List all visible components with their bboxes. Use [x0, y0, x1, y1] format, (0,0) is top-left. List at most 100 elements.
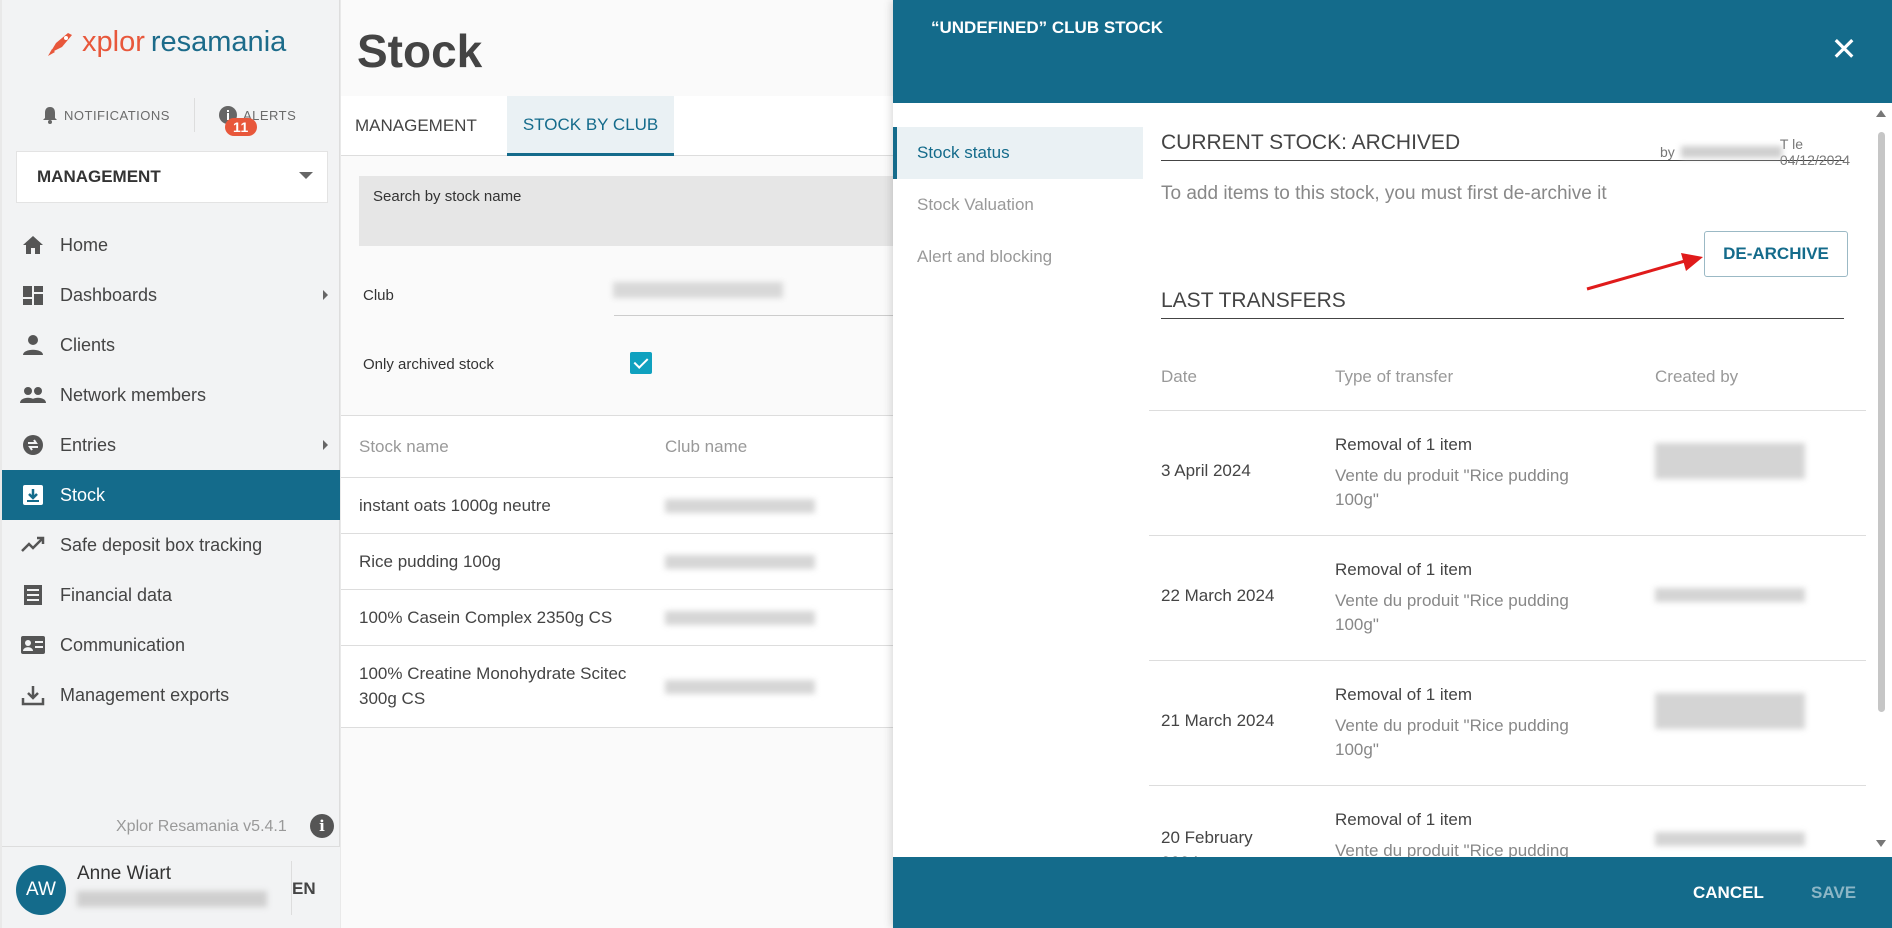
sidebar-item-dashboards[interactable]: Dashboards [2, 270, 340, 320]
table-row[interactable]: 3 April 2024 Removal of 1 item Vente du … [1149, 411, 1866, 536]
receipt-icon [24, 585, 42, 605]
sidebar-item-financial-data[interactable]: Financial data [2, 570, 340, 620]
close-icon[interactable]: ✕ [1829, 33, 1859, 65]
notifications-button[interactable]: NOTIFICATIONS [42, 106, 170, 124]
column-header-date[interactable]: Date [1161, 367, 1197, 387]
sidebar-item-home[interactable]: Home [2, 220, 340, 270]
table-row[interactable]: Rice pudding 100g [341, 534, 901, 590]
created-by-redacted [1655, 443, 1805, 479]
sidebar-item-network-members[interactable]: Network members [2, 370, 340, 420]
club-filter-underline [614, 315, 901, 316]
transfer-detail: Vente du produit "Rice pudding 100g" [1335, 465, 1569, 510]
column-header-club-name[interactable]: Club name [665, 437, 901, 457]
sidebar-item-management-exports[interactable]: Management exports [2, 670, 340, 720]
notifications-label: NOTIFICATIONS [64, 107, 170, 123]
sidebar-item-label: Entries [60, 434, 117, 455]
transfer-detail: Vente du produit "Rice pudding 100g" [1335, 590, 1569, 635]
column-header-stock-name[interactable]: Stock name [341, 437, 665, 457]
drawer-title: “UNDEFINED” CLUB STOCK [931, 18, 1164, 37]
scrollbar[interactable] [1876, 110, 1886, 850]
sidebar-item-communication[interactable]: Communication [2, 620, 340, 670]
sidebar-nav: Home Dashboards Clients Network members … [2, 220, 340, 720]
archived-checkbox[interactable] [630, 352, 652, 374]
table-row[interactable]: 100% Casein Complex 2350g CS [341, 590, 901, 646]
app-root: xplor resamania NOTIFICATIONS ALERTS 11 … [0, 0, 1892, 928]
trending-icon [21, 536, 45, 552]
transfer-type: Removal of 1 item Vente du produit "Rice… [1335, 433, 1595, 513]
divider [193, 98, 195, 132]
drawer-header: “UNDEFINED” CLUB STOCK ✕ [893, 0, 1892, 103]
transfer-date: 20 February 2024 [1161, 828, 1253, 857]
alerts-button[interactable]: ALERTS 11 [218, 106, 296, 136]
sidebar-item-label: Communication [60, 634, 186, 655]
transfer-date: 22 March 2024 [1161, 586, 1275, 605]
transfer-type: Removal of 1 item Vente du produit "Rice… [1335, 808, 1595, 857]
drawer-footer: CANCEL SAVE [893, 857, 1892, 928]
table-row[interactable]: 100% Creatine Monohydrate Scitec 300g CS [341, 646, 901, 728]
module-select[interactable]: MANAGEMENT [16, 151, 328, 203]
club-filter-value-redacted[interactable] [613, 282, 783, 298]
search-label: Search by stock name [373, 188, 522, 205]
sidebar-item-label: Safe deposit box tracking [60, 534, 263, 555]
table-row[interactable]: 20 February 2024 Removal of 1 item Vente… [1149, 786, 1866, 857]
tab-stock-valuation[interactable]: Stock Valuation [893, 179, 1143, 231]
info-icon[interactable]: i [310, 814, 334, 838]
chevron-right-icon [323, 440, 328, 450]
save-button[interactable]: SAVE [1811, 883, 1856, 903]
stock-icon [23, 485, 43, 505]
column-header-created-by[interactable]: Created by [1655, 367, 1738, 387]
archived-by-user-redacted [1680, 146, 1782, 158]
sidebar-item-safe-deposit-box-tracking[interactable]: Safe deposit box tracking [2, 520, 340, 570]
dearchive-hint: To add items to this stock, you must fir… [1161, 183, 1607, 204]
notification-bar: NOTIFICATIONS ALERTS 11 [42, 98, 296, 136]
language-switch[interactable]: EN [292, 879, 316, 899]
archived-filter-label: Only archived stock [363, 356, 494, 373]
user-name[interactable]: Anne Wiart [77, 863, 171, 885]
main-content: Stock MANAGEMENT STOCK BY CLUB Search by… [341, 0, 901, 928]
club-name-cell [665, 679, 901, 694]
tab-stock-by-club[interactable]: STOCK BY CLUB [506, 96, 675, 156]
sidebar-item-label: Financial data [60, 584, 173, 605]
logo-brand: xplor [82, 26, 145, 58]
club-stock-drawer: “UNDEFINED” CLUB STOCK ✕ Stock status St… [893, 0, 1892, 928]
scroll-down-icon[interactable] [1876, 840, 1886, 847]
table-row[interactable]: 21 March 2024 Removal of 1 item Vente du… [1149, 661, 1866, 786]
dearchive-button[interactable]: DE-ARCHIVE [1704, 231, 1848, 277]
user-club-redacted [77, 891, 267, 907]
table-row[interactable]: instant oats 1000g neutre [341, 478, 901, 534]
drawer-side-tabs: Stock status Stock Valuation Alert and b… [893, 127, 1143, 283]
archived-date: T le 04/12/2024 [1779, 136, 1850, 168]
transfer-type-label: Removal of 1 item [1335, 685, 1472, 704]
people-icon [20, 387, 46, 403]
transfer-detail: Vente du produit "Rice pudding 100g" [1335, 715, 1569, 760]
transfer-date: 21 March 2024 [1161, 711, 1275, 730]
tab-management[interactable]: MANAGEMENT [341, 96, 491, 156]
logo[interactable]: xplor resamania [46, 26, 286, 59]
scroll-thumb[interactable] [1878, 132, 1885, 712]
column-header-type[interactable]: Type of transfer [1335, 367, 1453, 387]
club-filter-label: Club [363, 287, 394, 304]
table-row[interactable]: 22 March 2024 Removal of 1 item Vente du… [1149, 536, 1866, 661]
sidebar-item-clients[interactable]: Clients [2, 320, 340, 370]
scroll-up-icon[interactable] [1876, 110, 1886, 117]
cancel-button[interactable]: CANCEL [1693, 883, 1764, 903]
sidebar-item-stock[interactable]: Stock [2, 470, 340, 520]
tab-alert-and-blocking[interactable]: Alert and blocking [893, 231, 1143, 283]
club-name-cell [665, 498, 901, 513]
transfers-table-header: Date Type of transfer Created by [1149, 343, 1866, 411]
sidebar-item-entries[interactable]: Entries [2, 420, 340, 470]
stock-name-cell: 100% Casein Complex 2350g CS [359, 607, 613, 627]
page-title: Stock [357, 25, 483, 77]
logo-product: resamania [150, 26, 287, 58]
chevron-right-icon [323, 290, 328, 300]
created-by-redacted [1655, 693, 1805, 729]
stock-name-cell: Rice pudding 100g [359, 551, 501, 571]
transfer-type-label: Removal of 1 item [1335, 810, 1472, 829]
avatar[interactable]: AW [16, 865, 66, 915]
search-input[interactable]: Search by stock name [359, 176, 901, 246]
by-prefix: by [1660, 144, 1675, 160]
last-transfers-title-text: LAST TRANSFERS [1161, 289, 1346, 312]
current-stock-title-text: CURRENT STOCK: ARCHIVED [1161, 131, 1461, 154]
tab-stock-status[interactable]: Stock status [893, 127, 1143, 179]
stock-name-cell: instant oats 1000g neutre [359, 495, 551, 515]
